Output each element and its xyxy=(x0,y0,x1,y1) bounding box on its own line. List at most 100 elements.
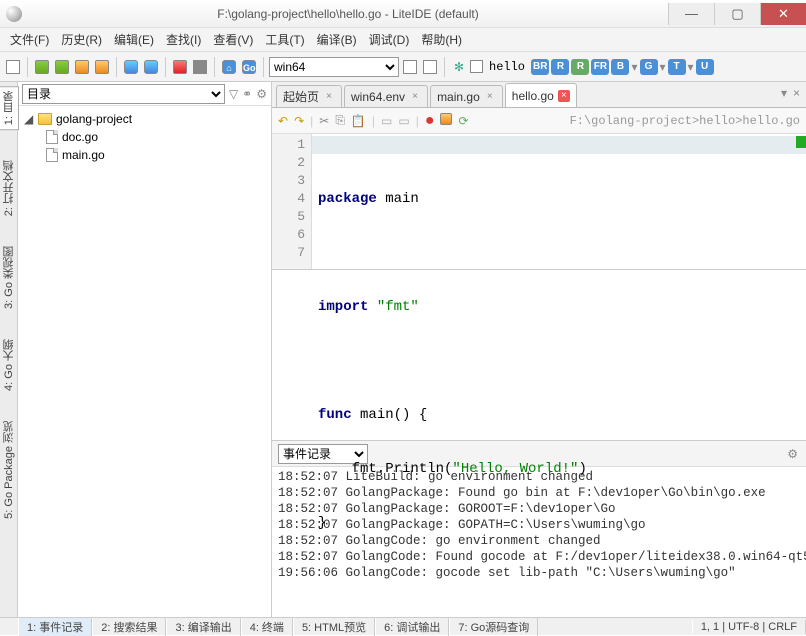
redo-icon[interactable]: ↷ xyxy=(294,114,304,128)
breadcrumb: F:\golang-project>hello>hello.go xyxy=(475,114,800,128)
tree-folder[interactable]: ◢ golang-project xyxy=(18,110,271,128)
link-icon[interactable]: ⚭ xyxy=(242,87,252,101)
stop-icon[interactable]: ● xyxy=(425,112,435,130)
save-icon[interactable] xyxy=(122,58,140,76)
tab-menu-icon[interactable]: ▾ xyxy=(781,86,787,100)
status-debug[interactable]: 6: 调试输出 xyxy=(375,618,449,636)
nav-back-icon[interactable] xyxy=(33,58,51,76)
sidebar: 目录 ▽ ⚭ ⚙ ◢ golang-project doc.go main.go xyxy=(18,82,272,617)
tree-file-label: doc.go xyxy=(62,130,98,144)
sidebar-view-select[interactable]: 目录 xyxy=(22,84,225,104)
menu-tools[interactable]: 工具(T) xyxy=(259,29,310,50)
env-icon[interactable] xyxy=(401,58,419,76)
badge-g[interactable]: G xyxy=(640,59,658,75)
menu-help[interactable]: 帮助(H) xyxy=(415,29,468,50)
copy-icon[interactable]: ⎘ xyxy=(335,113,345,128)
badge-fr[interactable]: FR xyxy=(591,59,609,75)
tab-hello[interactable]: hello.go× xyxy=(505,83,577,107)
file-tree[interactable]: ◢ golang-project doc.go main.go xyxy=(18,106,271,617)
menu-view[interactable]: 查看(V) xyxy=(207,29,259,50)
close-icon[interactable]: × xyxy=(409,91,421,103)
status-build[interactable]: 3: 编译输出 xyxy=(166,618,240,636)
main-toolbar: ⌂ Go win64 ✻ hello BR R R FR B ▾ G ▾ T ▾… xyxy=(0,52,806,82)
cut-icon[interactable]: ✂ xyxy=(319,114,329,128)
app-icon xyxy=(6,6,22,22)
tool-icon[interactable] xyxy=(191,58,209,76)
save-all-icon[interactable] xyxy=(142,58,160,76)
line-gutter: 1234567 xyxy=(272,134,312,269)
status-events[interactable]: 1: 事件记录 xyxy=(18,618,92,636)
menu-history[interactable]: 历史(R) xyxy=(55,29,108,50)
status-bar: 1: 事件记录 2: 搜索结果 3: 编译输出 4: 终端 5: HTML预览 … xyxy=(0,617,806,635)
tab-main[interactable]: main.go× xyxy=(430,85,503,107)
status-gosrc[interactable]: 7: Go源码查询 xyxy=(449,618,538,636)
left-dock-tabs: 1: 目录 2: 打开文档 3: Go 类视图 4: Go 大纲 5: Go P… xyxy=(0,82,18,617)
menu-find[interactable]: 查找(I) xyxy=(160,29,207,50)
badge-r2[interactable]: R xyxy=(571,59,589,75)
dock-tab-class[interactable]: 3: Go 类视图 xyxy=(1,246,17,309)
status-search[interactable]: 2: 搜索结果 xyxy=(92,618,166,636)
tree-file[interactable]: main.go xyxy=(18,146,271,164)
status-term[interactable]: 4: 终端 xyxy=(241,618,293,636)
home-icon[interactable]: ⌂ xyxy=(220,58,238,76)
tree-file-label: main.go xyxy=(62,148,105,162)
window-title: F:\golang-project\hello\hello.go - LiteI… xyxy=(28,7,668,21)
format2-icon[interactable]: ▭ xyxy=(398,114,409,128)
open-icon[interactable] xyxy=(73,58,91,76)
menu-build[interactable]: 编译(B) xyxy=(311,29,363,50)
cut-icon[interactable] xyxy=(171,58,189,76)
folder-icon xyxy=(38,113,52,125)
marker-icon xyxy=(796,136,806,148)
badge-b[interactable]: B xyxy=(611,59,629,75)
close-icon[interactable]: × xyxy=(323,91,335,103)
new-file-icon[interactable] xyxy=(4,58,22,76)
status-html[interactable]: 5: HTML预览 xyxy=(293,618,375,636)
title-bar: F:\golang-project\hello\hello.go - LiteI… xyxy=(0,0,806,28)
gear-icon[interactable]: ✻ xyxy=(450,58,468,76)
tab-close-all-icon[interactable]: × xyxy=(793,86,800,100)
tab-env[interactable]: win64.env× xyxy=(344,85,428,107)
open-folder-icon[interactable] xyxy=(93,58,111,76)
badge-u[interactable]: U xyxy=(696,59,714,75)
lock-checkbox[interactable] xyxy=(470,60,483,73)
menu-debug[interactable]: 调试(D) xyxy=(363,29,416,50)
dock-tab-dir[interactable]: 1: 目录 xyxy=(0,86,19,130)
editor-area: 起始页× win64.env× main.go× hello.go× ▾ × ↶ … xyxy=(272,82,806,617)
format-icon[interactable]: ▭ xyxy=(381,114,392,128)
maximize-button[interactable]: ▢ xyxy=(714,3,760,25)
menu-edit[interactable]: 编辑(E) xyxy=(108,29,160,50)
filter-icon[interactable]: ▽ xyxy=(229,87,238,101)
dock-tab-outline[interactable]: 4: Go 大纲 xyxy=(1,339,17,391)
dock-tab-pkg[interactable]: 5: Go Package 浏览 xyxy=(1,421,17,519)
menu-bar: 文件(F) 历史(R) 编辑(E) 查找(I) 查看(V) 工具(T) 编译(B… xyxy=(0,28,806,52)
hello-label: hello xyxy=(485,60,529,74)
close-icon[interactable]: × xyxy=(484,91,496,103)
badge-r[interactable]: R xyxy=(551,59,569,75)
nav-fwd-icon[interactable] xyxy=(53,58,71,76)
target-select[interactable]: win64 xyxy=(269,57,399,77)
badge-br[interactable]: BR xyxy=(531,59,549,75)
env-edit-icon[interactable] xyxy=(421,58,439,76)
minimize-button[interactable]: — xyxy=(668,3,714,25)
go-icon[interactable]: Go xyxy=(240,58,258,76)
menu-file[interactable]: 文件(F) xyxy=(4,29,55,50)
settings-icon[interactable]: ⚙ xyxy=(256,87,267,101)
log-gear-icon[interactable]: ⚙ xyxy=(787,447,798,461)
badge-t[interactable]: T xyxy=(668,59,686,75)
editor-tabs: 起始页× win64.env× main.go× hello.go× ▾ × xyxy=(272,82,806,108)
file-icon xyxy=(46,130,58,144)
tree-folder-label: golang-project xyxy=(56,112,132,126)
debug-icon[interactable]: ⟳ xyxy=(458,114,468,128)
editor-toolbar: ↶ ↷ | ✂ ⎘ 📋 | ▭ ▭ | ● ⟳ F:\golang-projec… xyxy=(272,108,806,134)
code-editor[interactable]: 1234567 package main import "fmt" func m… xyxy=(272,134,806,270)
paste-icon[interactable]: 📋 xyxy=(351,114,366,128)
tree-file[interactable]: doc.go xyxy=(18,128,271,146)
window-controls: — ▢ ✕ xyxy=(668,3,806,25)
dock-tab-open[interactable]: 2: 打开文档 xyxy=(1,160,17,216)
run-icon[interactable] xyxy=(440,113,452,128)
tab-start[interactable]: 起始页× xyxy=(276,85,342,107)
undo-icon[interactable]: ↶ xyxy=(278,114,288,128)
close-button[interactable]: ✕ xyxy=(760,3,806,25)
close-icon[interactable]: × xyxy=(558,90,570,102)
file-icon xyxy=(46,148,58,162)
